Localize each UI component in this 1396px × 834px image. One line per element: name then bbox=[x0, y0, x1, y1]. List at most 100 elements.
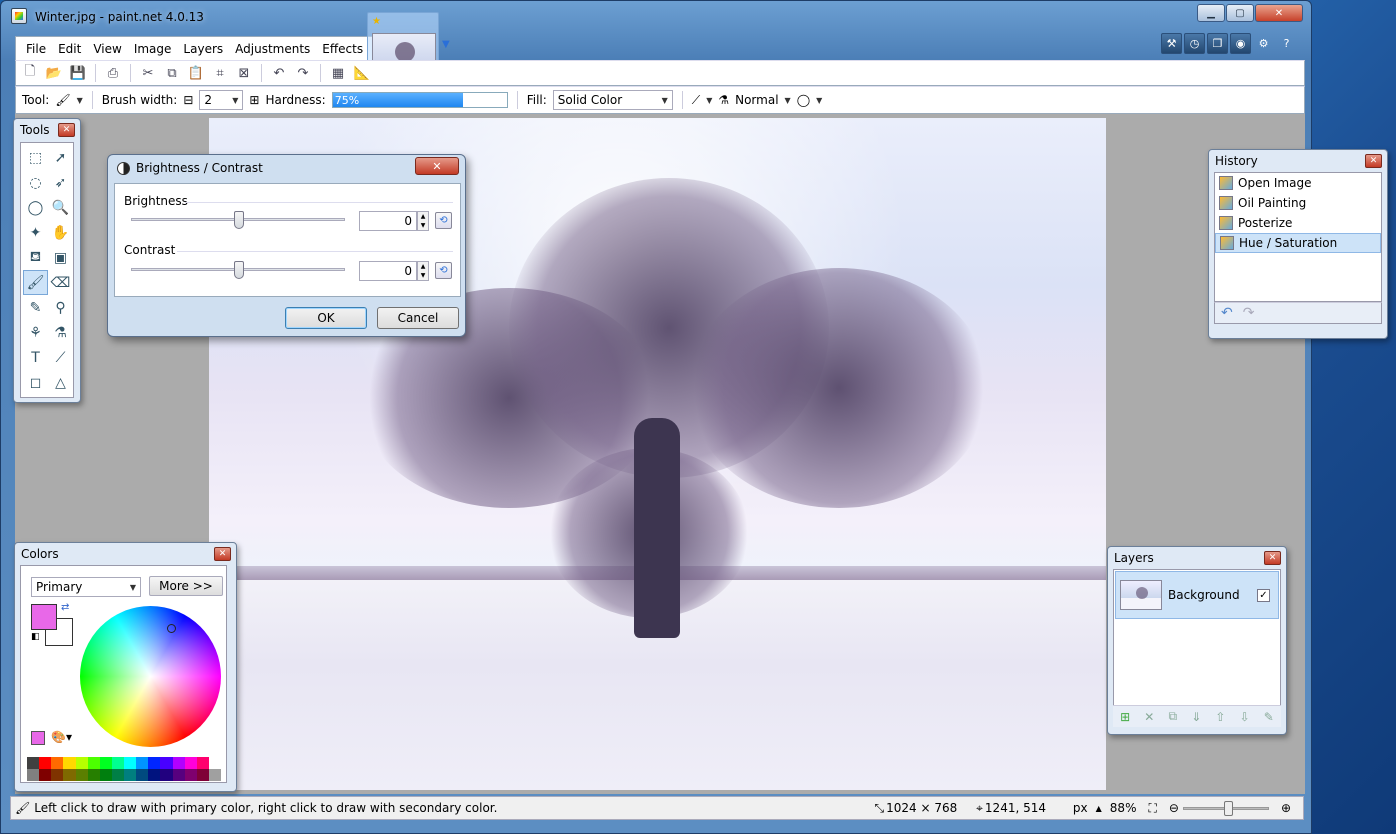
paintbrush-icon[interactable]: 🖌 bbox=[55, 93, 70, 107]
close-button[interactable]: ✕ bbox=[1255, 4, 1303, 22]
selection-mode-icon[interactable]: ◯ bbox=[797, 93, 810, 107]
palette-swatch[interactable] bbox=[87, 757, 100, 769]
history-item[interactable]: Hue / Saturation bbox=[1215, 233, 1381, 253]
save-icon[interactable]: 💾 bbox=[68, 63, 88, 83]
color-palette[interactable] bbox=[27, 757, 221, 781]
contrast-spinner[interactable]: ▲ ▼ bbox=[417, 261, 429, 281]
swap-colors-icon[interactable]: ⇄ bbox=[61, 602, 69, 613]
copy-icon[interactable]: ⧉ bbox=[162, 63, 182, 83]
palette-swatch[interactable] bbox=[124, 757, 137, 769]
cancel-button[interactable]: Cancel bbox=[377, 307, 459, 329]
palette-swatch[interactable] bbox=[87, 769, 100, 781]
decrease-icon[interactable]: ⊟ bbox=[183, 93, 193, 107]
move-selected-pixels-icon[interactable]: ➚ bbox=[48, 145, 73, 170]
crop-icon[interactable]: ⌗ bbox=[210, 63, 230, 83]
dialog-close-button[interactable]: ✕ bbox=[415, 157, 459, 175]
ruler-icon[interactable]: 📐 bbox=[352, 63, 372, 83]
brightness-slider-thumb[interactable] bbox=[234, 211, 244, 229]
brightness-spinner[interactable]: ▲ ▼ bbox=[417, 211, 429, 231]
color-wheel-selector[interactable] bbox=[167, 624, 176, 633]
palette-swatch[interactable] bbox=[27, 769, 40, 781]
palette-swatch[interactable] bbox=[196, 769, 209, 781]
palette-swatch[interactable] bbox=[196, 757, 209, 769]
palette-menu-icon[interactable]: 🎨▾ bbox=[51, 730, 72, 744]
menu-file[interactable]: File bbox=[20, 40, 52, 58]
clone-stamp-icon[interactable]: ⚘ bbox=[23, 320, 48, 345]
merge-layer-down-icon[interactable]: ⇓ bbox=[1191, 710, 1201, 724]
colors-close-icon[interactable]: ✕ bbox=[214, 547, 231, 561]
lasso-select-icon[interactable]: ◌ bbox=[23, 170, 48, 195]
contrast-reset-icon[interactable]: ⟲ bbox=[435, 262, 452, 279]
history-toggle-icon[interactable]: ◷ bbox=[1184, 33, 1205, 54]
maximize-button[interactable]: ▢ bbox=[1226, 4, 1254, 22]
color-wheel[interactable] bbox=[80, 606, 221, 747]
antialiasing-icon[interactable]: ⟋ bbox=[692, 93, 700, 108]
palette-swatch[interactable] bbox=[172, 769, 185, 781]
redo-icon[interactable]: ↷ bbox=[293, 63, 313, 83]
palette-swatch[interactable] bbox=[160, 757, 173, 769]
minimize-button[interactable]: ▁ bbox=[1197, 4, 1225, 22]
tools-close-icon[interactable]: ✕ bbox=[58, 123, 75, 137]
image-list-chevron-icon[interactable]: ▼ bbox=[442, 39, 450, 50]
history-redo-icon[interactable]: ↷ bbox=[1243, 305, 1255, 321]
palette-swatch[interactable] bbox=[148, 757, 161, 769]
menu-effects[interactable]: Effects bbox=[316, 40, 369, 58]
gradient-icon[interactable]: ▣ bbox=[48, 245, 73, 270]
move-layer-up-icon[interactable]: ⇧ bbox=[1215, 710, 1225, 724]
add-layer-icon[interactable]: ⊞ bbox=[1120, 710, 1130, 724]
more-button[interactable]: More >> bbox=[149, 576, 223, 596]
text-icon[interactable]: T bbox=[23, 345, 48, 370]
palette-swatch[interactable] bbox=[51, 757, 64, 769]
help-icon[interactable]: ? bbox=[1276, 33, 1297, 54]
units-dropdown-arrow[interactable]: ▲ bbox=[1096, 804, 1102, 813]
palette-swatch[interactable] bbox=[75, 757, 88, 769]
shapes-icon[interactable]: ◻ bbox=[23, 370, 48, 395]
ok-button[interactable]: OK bbox=[285, 307, 367, 329]
hardness-slider[interactable]: 75% bbox=[331, 92, 508, 108]
delete-layer-icon[interactable]: ✕ bbox=[1144, 710, 1154, 724]
reset-colors-icon[interactable]: ◧ bbox=[31, 632, 40, 642]
rectangle-select-icon[interactable]: ⬚ bbox=[23, 145, 48, 170]
contrast-slider-thumb[interactable] bbox=[234, 261, 244, 279]
eraser-icon[interactable]: ⌫ bbox=[48, 270, 73, 295]
paste-icon[interactable]: 📋 bbox=[186, 63, 206, 83]
palette-swatch[interactable] bbox=[184, 757, 197, 769]
grid-icon[interactable]: ▦ bbox=[328, 63, 348, 83]
palette-swatch[interactable] bbox=[111, 757, 124, 769]
palette-swatch[interactable] bbox=[184, 769, 197, 781]
add-to-palette-icon[interactable] bbox=[31, 731, 45, 745]
pencil-icon[interactable]: ✎ bbox=[23, 295, 48, 320]
brightness-value[interactable]: 0 bbox=[359, 211, 417, 231]
palette-swatch[interactable] bbox=[27, 757, 40, 769]
deselect-icon[interactable]: ⊠ bbox=[234, 63, 254, 83]
zoom-to-window-icon[interactable]: ⛶ bbox=[1148, 801, 1156, 816]
units-selector[interactable]: px bbox=[1073, 801, 1088, 815]
menu-layers[interactable]: Layers bbox=[177, 40, 229, 58]
palette-swatch[interactable] bbox=[63, 769, 76, 781]
palette-swatch[interactable] bbox=[124, 769, 137, 781]
menu-view[interactable]: View bbox=[87, 40, 127, 58]
zoom-value[interactable]: 88% bbox=[1110, 801, 1137, 815]
layer-row[interactable]: Background ✓ bbox=[1115, 571, 1279, 619]
open-icon[interactable]: 📂 bbox=[44, 63, 64, 83]
palette-swatch[interactable] bbox=[99, 757, 112, 769]
shapes-triangle-icon[interactable]: △ bbox=[48, 370, 73, 395]
duplicate-layer-icon[interactable]: ⧉ bbox=[1168, 709, 1177, 724]
settings-gear-icon[interactable]: ⚙ bbox=[1253, 33, 1274, 54]
move-layer-down-icon[interactable]: ⇩ bbox=[1240, 710, 1250, 724]
move-selection-icon[interactable]: ➶ bbox=[48, 170, 73, 195]
brightness-reset-icon[interactable]: ⟲ bbox=[435, 212, 452, 229]
color-mode-combo[interactable]: Primary ▼ bbox=[31, 577, 141, 597]
palette-swatch[interactable] bbox=[63, 757, 76, 769]
history-undo-icon[interactable]: ↶ bbox=[1221, 305, 1233, 321]
zoom-slider[interactable] bbox=[1182, 800, 1269, 816]
fill-combo[interactable]: Solid Color ▼ bbox=[552, 90, 673, 110]
palette-swatch[interactable] bbox=[160, 769, 173, 781]
layers-close-icon[interactable]: ✕ bbox=[1264, 551, 1281, 565]
palette-swatch[interactable] bbox=[136, 757, 149, 769]
palette-swatch[interactable] bbox=[75, 769, 88, 781]
increase-icon[interactable]: ⊞ bbox=[249, 93, 259, 107]
paint-bucket-icon[interactable]: ⛾ bbox=[23, 245, 48, 270]
paintbrush-tool-icon[interactable]: 🖌 bbox=[23, 270, 48, 295]
palette-swatch[interactable] bbox=[172, 757, 185, 769]
